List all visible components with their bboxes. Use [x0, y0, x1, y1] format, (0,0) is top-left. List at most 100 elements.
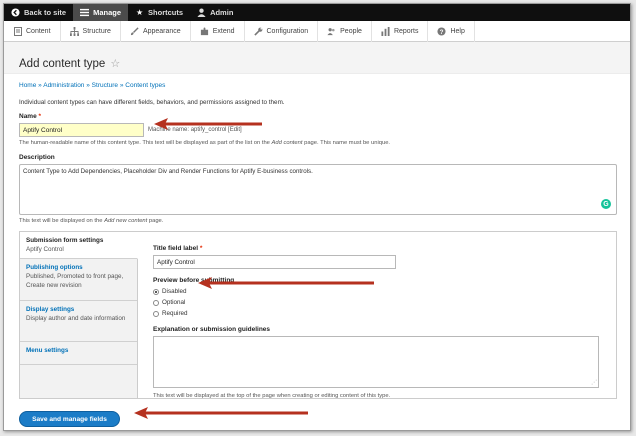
- shortcuts-label: Shortcuts: [148, 8, 184, 17]
- intro-text: Individual content types can have differ…: [19, 99, 285, 106]
- guidelines-textarea[interactable]: ⋰: [153, 336, 599, 388]
- guidelines-label: Explanation or submission guidelines: [153, 326, 271, 333]
- page-title-text: Add content type: [19, 57, 106, 70]
- page-title: Add content type ☆: [19, 57, 615, 71]
- required-mark: *: [199, 245, 203, 252]
- guidelines-help-text: This text will be displayed at the top o…: [153, 393, 391, 399]
- preview-option-optional[interactable]: Optional: [153, 298, 600, 307]
- main-content: Home » Administration » Structure » Cont…: [4, 74, 630, 427]
- name-label: Name *: [19, 113, 615, 120]
- tray-label: People: [340, 27, 362, 35]
- description-help-emphasis: Add new content: [104, 218, 148, 224]
- tray-item-configuration[interactable]: Configuration: [245, 20, 319, 42]
- tray-item-help[interactable]: ? Help: [428, 20, 475, 42]
- tab-summary: Display author and date information: [26, 315, 126, 322]
- submission-settings-pane: Title field label * Aptify Control Previ…: [138, 232, 616, 399]
- people-icon: [327, 27, 336, 36]
- resize-handle-icon[interactable]: ⋰: [591, 379, 597, 386]
- tray-label: Content: [26, 27, 51, 35]
- tab-summary: Aptify Control: [26, 246, 64, 253]
- shortcut-star-icon[interactable]: ☆: [110, 57, 120, 70]
- radio-label: Optional: [162, 299, 186, 306]
- tray-label: Help: [450, 27, 465, 35]
- tab-display-settings[interactable]: Display settings Display author and date…: [20, 301, 137, 342]
- brush-icon: [130, 26, 139, 36]
- tab-publishing-options[interactable]: Publishing options Published, Promoted t…: [20, 259, 137, 301]
- page-header: Add content type ☆: [4, 42, 630, 74]
- tab-title: Display settings: [26, 306, 75, 313]
- admin-label: Admin: [210, 8, 234, 17]
- radio-button[interactable]: [153, 310, 159, 317]
- breadcrumb-home[interactable]: Home: [19, 82, 36, 89]
- description-value: Content Type to Add Dependencies, Placeh…: [23, 168, 313, 175]
- description-help-text: This text will be displayed on the Add n…: [19, 218, 615, 224]
- tray-label: Structure: [82, 27, 111, 35]
- radio-button[interactable]: [153, 299, 159, 306]
- breadcrumb-separator: »: [38, 82, 42, 89]
- radio-button[interactable]: [153, 288, 159, 295]
- name-help-before: The human-readable name of this content …: [19, 140, 272, 146]
- breadcrumb-separator: »: [119, 82, 124, 89]
- name-help-after: page. This name must be unique.: [302, 140, 391, 146]
- breadcrumb-administration[interactable]: Administration: [43, 82, 84, 89]
- radio-label: Disabled: [162, 288, 187, 295]
- help-icon: ?: [437, 26, 447, 36]
- name-input[interactable]: Aptify Control: [19, 123, 144, 137]
- description-help-after: page.: [147, 218, 164, 224]
- title-field-label-text: Title field label: [153, 245, 199, 252]
- tray-label: Appearance: [142, 27, 181, 35]
- tab-menu-settings[interactable]: Menu settings: [20, 342, 137, 365]
- svg-text:?: ?: [440, 28, 444, 35]
- shortcuts-tab[interactable]: ★ Shortcuts: [128, 4, 190, 21]
- radio-label: Required: [162, 310, 188, 317]
- required-mark: *: [38, 113, 42, 120]
- tray-item-content[interactable]: Content: [4, 20, 61, 42]
- title-field-label: Title field label *: [153, 245, 600, 252]
- browser-frame: Back to site Manage ★ Shortcuts Admin Co…: [3, 3, 631, 431]
- save-and-manage-fields-button[interactable]: Save and manage fields: [19, 411, 120, 427]
- admin-user-tab[interactable]: Admin: [190, 4, 240, 21]
- tab-title: Menu settings: [26, 347, 69, 354]
- wrench-icon: [253, 27, 263, 36]
- tray-item-structure[interactable]: Structure: [61, 20, 121, 42]
- vertical-tabs: Submission form settings Aptify Control …: [19, 231, 617, 399]
- manage-label: Manage: [93, 8, 122, 17]
- preview-option-required[interactable]: Required: [153, 309, 600, 318]
- breadcrumb-content-types[interactable]: Content types: [125, 82, 165, 89]
- title-field-input[interactable]: Aptify Control: [153, 255, 396, 269]
- description-help-before: This text will be displayed on the: [19, 218, 105, 224]
- tray-item-people[interactable]: People: [318, 20, 372, 42]
- back-arrow-icon: [11, 8, 20, 17]
- annotation-arrow-save: [134, 407, 308, 419]
- tray-label: Configuration: [266, 27, 309, 35]
- back-to-site-link[interactable]: Back to site: [4, 4, 73, 21]
- tray-item-extend[interactable]: Extend: [191, 20, 245, 42]
- vertical-tabs-menu: Submission form settings Aptify Control …: [20, 232, 138, 398]
- document-icon: [13, 26, 22, 36]
- name-row: Aptify Control Machine name: aptify_cont…: [19, 123, 615, 137]
- manage-tab[interactable]: Manage: [73, 4, 129, 21]
- tab-summary: Published, Promoted to front page, Creat…: [26, 273, 124, 289]
- breadcrumb: Home » Administration » Structure » Cont…: [19, 82, 615, 89]
- grammarly-icon[interactable]: G: [601, 199, 611, 209]
- tray-item-reports[interactable]: Reports: [372, 20, 429, 42]
- breadcrumb-structure[interactable]: Structure: [92, 82, 118, 89]
- description-textarea[interactable]: Content Type to Add Dependencies, Placeh…: [19, 164, 617, 215]
- breadcrumb-separator: »: [86, 82, 90, 89]
- back-to-site-label: Back to site: [24, 8, 67, 17]
- tab-submission-form-settings[interactable]: Submission form settings Aptify Control: [20, 232, 138, 259]
- tray-item-appearance[interactable]: Appearance: [121, 20, 191, 42]
- bar-chart-icon: [381, 26, 390, 36]
- star-icon: ★: [135, 8, 144, 17]
- name-help-text: The human-readable name of this content …: [19, 140, 615, 146]
- admin-toolbar: Back to site Manage ★ Shortcuts Admin: [4, 4, 630, 21]
- tray-label: Extend: [212, 27, 235, 35]
- hamburger-icon: [80, 8, 90, 17]
- description-label: Description: [19, 154, 55, 161]
- tab-title: Submission form settings: [26, 237, 104, 244]
- tab-title: Publishing options: [26, 264, 83, 271]
- sitemap-icon: [69, 26, 79, 36]
- user-icon: [197, 8, 206, 17]
- puzzle-icon: [200, 26, 209, 36]
- annotation-arrow-name: [154, 118, 262, 130]
